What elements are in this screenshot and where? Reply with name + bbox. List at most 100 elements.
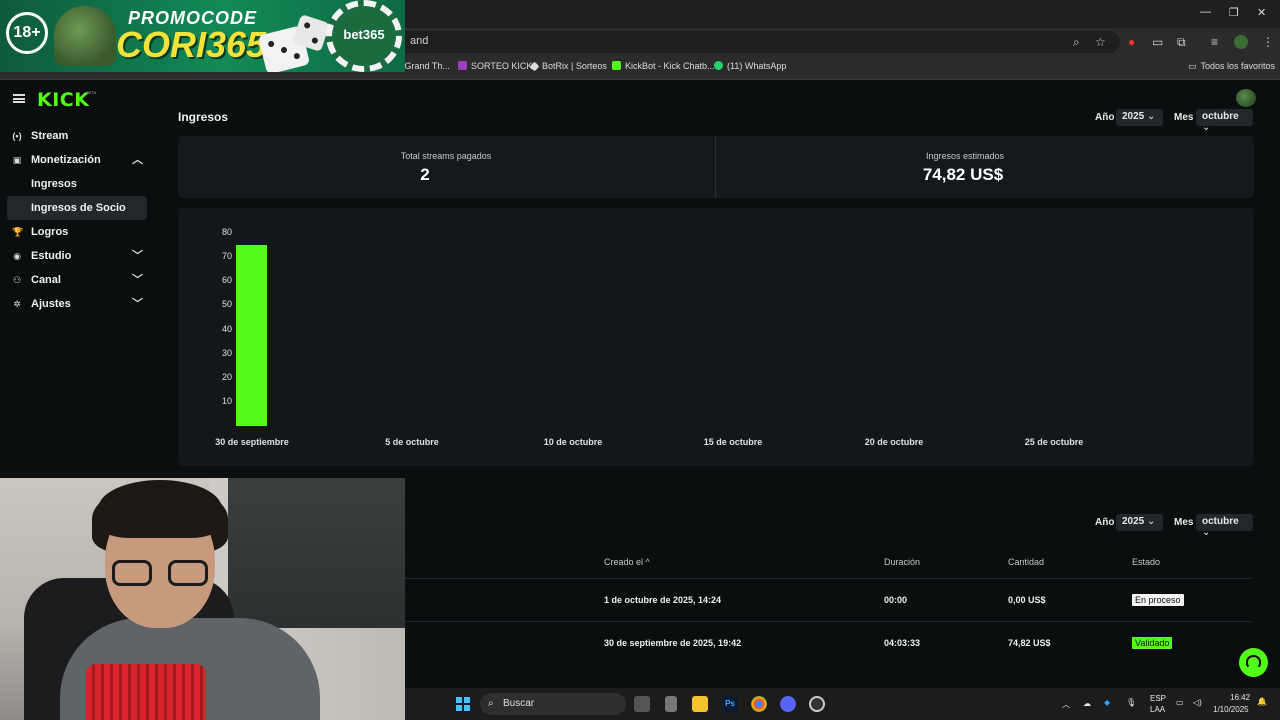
y-axis-tick-label: 10	[221, 395, 232, 406]
year-select[interactable]: 2025 ⌄	[1116, 514, 1163, 531]
clock-time[interactable]: 16:42	[1230, 693, 1250, 702]
all-bookmarks-folder[interactable]: ▭ Todos los favoritos	[1188, 61, 1275, 72]
x-axis-tick-label: 20 de octubre	[864, 437, 924, 447]
network-icon[interactable]: ▭	[1176, 698, 1184, 707]
trophy-icon: 🏆	[12, 227, 24, 237]
status-badge: Validado	[1132, 637, 1173, 649]
minimize-icon[interactable]: —	[1200, 6, 1211, 18]
column-header-created[interactable]: Creado el ^	[604, 557, 650, 567]
column-header-status: Estado	[1132, 557, 1161, 567]
paid-streams-value: 2	[420, 165, 430, 184]
sidebar-item-monetizacion[interactable]: ▣ Monetización ︿	[0, 150, 160, 172]
x-axis-tick-label: 25 de octubre	[1024, 437, 1084, 447]
sidebar-subitem-ingresos-socio[interactable]: Ingresos de Socio	[31, 202, 126, 214]
brand-logo: bet365	[343, 27, 385, 42]
volume-icon[interactable]: ◁)	[1193, 698, 1202, 707]
studio-icon: ◉	[13, 251, 21, 261]
sidebar-item-estudio[interactable]: ◉ Estudio ﹀	[0, 246, 160, 268]
restore-icon[interactable]: ❐	[1229, 6, 1239, 19]
monetization-icon: ▣	[12, 155, 22, 165]
sidebar-item-logros[interactable]: 🏆 Logros	[0, 222, 160, 244]
x-axis-tick-label: 30 de septiembre	[215, 437, 289, 447]
income-chart-panel	[178, 208, 1254, 466]
address-bar[interactable]	[360, 31, 1120, 53]
chevron-down-icon[interactable]: ﹀	[132, 295, 143, 311]
row-amount: 74,82 US$	[1008, 638, 1051, 648]
sidebar-item-stream[interactable]: (•) Stream	[0, 126, 160, 148]
sidebar-item-label: Estudio	[31, 250, 72, 262]
stats-panel	[178, 136, 1254, 198]
chrome-icon[interactable]	[751, 696, 767, 712]
chevron-down-icon[interactable]: ﹀	[132, 247, 143, 263]
app-icon[interactable]	[809, 696, 825, 712]
y-axis-tick-label: 80	[221, 227, 232, 237]
zoom-icon[interactable]: ⌕	[1073, 35, 1080, 50]
month-filter-label: Mes	[1174, 112, 1194, 123]
language-top[interactable]: ESP	[1150, 694, 1166, 703]
address-bar-text: and	[410, 35, 429, 47]
taskbar-search-text: Buscar	[503, 698, 535, 709]
bookmark-item[interactable]: SORTEO KICK	[458, 61, 532, 71]
estimated-income-value: 74,82 US$	[922, 165, 1004, 184]
profile-avatar[interactable]	[1234, 35, 1248, 49]
mascot-image	[54, 6, 116, 66]
notification-icon[interactable]: 🔔	[1257, 697, 1267, 706]
age-badge: 18+	[6, 12, 48, 54]
month-select[interactable]: octubre ⌄	[1196, 109, 1253, 133]
row-amount: 0,00 US$	[1008, 595, 1046, 605]
income-bar[interactable]	[236, 245, 267, 426]
taskbar-search[interactable]	[480, 693, 626, 715]
x-axis-tick-label: 15 de octubre	[703, 437, 763, 447]
app-icon[interactable]	[665, 696, 677, 712]
webcam-overlay	[0, 478, 405, 720]
task-view-icon[interactable]	[634, 696, 650, 712]
cloud-icon[interactable]: ☁	[1083, 699, 1091, 708]
clock-date[interactable]: 1/10/2025	[1213, 705, 1249, 714]
sidebar-item-label: Ajustes	[31, 298, 71, 310]
chevron-up-icon[interactable]: ︿	[1062, 699, 1070, 710]
stats-divider	[715, 136, 716, 198]
sidebar-item-label: Monetización	[31, 154, 101, 166]
y-axis-tick-label: 50	[221, 299, 232, 310]
gear-icon: ✲	[13, 299, 21, 309]
microphone-icon[interactable]: 🎙	[1126, 698, 1136, 707]
discord-icon[interactable]	[780, 696, 796, 712]
bookmark-item[interactable]: KickBot - Kick Chatb...	[612, 61, 715, 71]
bookmark-item[interactable]: (11) WhatsApp	[714, 61, 786, 71]
media-controls-icon[interactable]: ≡	[1211, 35, 1218, 49]
browser-menu-icon[interactable]: ⋮	[1262, 35, 1274, 49]
extension-record-icon[interactable]: ●	[1128, 35, 1135, 49]
sidebar-item-label: Logros	[31, 226, 69, 238]
year-select[interactable]: 2025 ⌄	[1116, 109, 1163, 126]
search-icon: ⌕	[488, 698, 494, 709]
windows-start-icon[interactable]	[456, 697, 470, 711]
tray-app-icon[interactable]: ◆	[1104, 698, 1110, 707]
estimated-income-label: Ingresos estimados	[925, 151, 1005, 161]
row-created: 1 de octubre de 2025, 14:24	[604, 595, 722, 605]
whatsapp-icon	[714, 61, 723, 70]
extension-icon[interactable]: ▭	[1152, 35, 1163, 49]
extensions-puzzle-icon[interactable]: ⧉	[1177, 35, 1186, 50]
y-axis-tick-label: 70	[221, 251, 232, 262]
y-axis-tick-label: 30	[221, 347, 232, 358]
sidebar-item-canal[interactable]: ⚇ Canal ﹀	[0, 270, 160, 292]
sidebar-item-ajustes[interactable]: ✲ Ajustes ﹀	[0, 294, 160, 316]
chevron-up-icon[interactable]: ︿	[132, 151, 143, 167]
folder-icon: ▭	[1188, 61, 1197, 71]
sidebar-item-label: Stream	[31, 130, 69, 142]
table-divider	[405, 621, 1252, 622]
chevron-down-icon[interactable]: ﹀	[132, 271, 143, 287]
close-icon[interactable]: ✕	[1257, 6, 1266, 19]
row-duration: 04:03:33	[884, 638, 921, 648]
bookmark-favicon	[458, 61, 467, 70]
month-select[interactable]: octubre ⌄	[1196, 514, 1253, 538]
y-axis-tick-label: 60	[221, 275, 232, 286]
paid-streams-label: Total streams pagados	[400, 151, 492, 161]
file-explorer-icon[interactable]	[692, 696, 708, 712]
sidebar-subitem-ingresos[interactable]: Ingresos	[31, 178, 77, 190]
bookmark-item[interactable]: BotRix | Sorteos	[529, 61, 607, 72]
bookmark-star-icon[interactable]: ☆	[1095, 35, 1106, 49]
language-bottom[interactable]: LAA	[1150, 705, 1165, 714]
photoshop-icon[interactable]: Ps	[722, 696, 738, 712]
row-created: 30 de septiembre de 2025, 19:42	[604, 638, 742, 648]
